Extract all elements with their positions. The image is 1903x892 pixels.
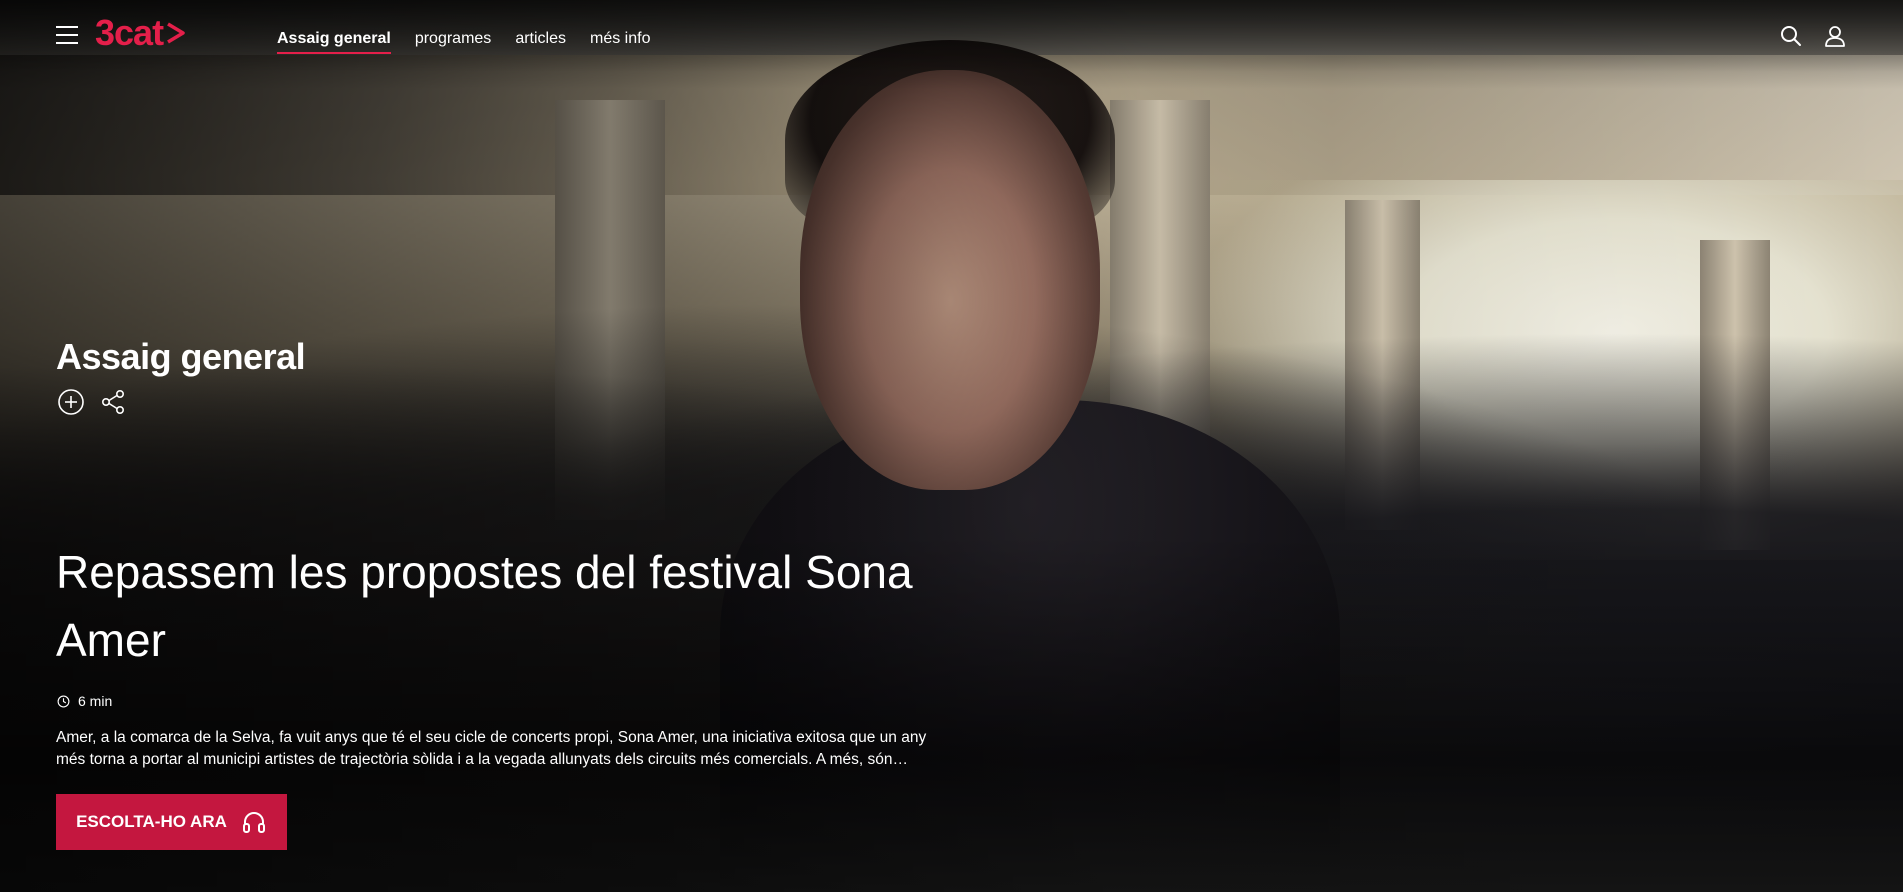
clock-icon — [57, 695, 70, 707]
listen-now-button[interactable]: ESCOLTA-HO ARA — [56, 794, 287, 850]
add-circle-icon[interactable] — [57, 388, 85, 416]
user-icon[interactable] — [1823, 24, 1847, 48]
nav-item-articles[interactable]: articles — [515, 29, 566, 54]
episode-description: Amer, a la comarca de la Selva, fa vuit … — [56, 729, 927, 768]
main-nav: Assaig general programes articles més in… — [277, 29, 650, 54]
menu-icon[interactable] — [56, 26, 78, 44]
headphones-icon — [242, 812, 265, 833]
nav-item-mes-info[interactable]: més info — [590, 29, 650, 54]
top-navigation-bar: 3cat Assaig general programes articles m… — [0, 0, 1903, 72]
nav-item-programes[interactable]: programes — [415, 29, 491, 54]
duration-text: 6 min — [78, 693, 113, 709]
logo-3cat[interactable]: 3cat — [95, 12, 187, 53]
nav-item-assaig-general[interactable]: Assaig general — [277, 29, 391, 54]
logo-text: 3cat — [95, 12, 164, 53]
program-actions — [57, 388, 127, 416]
episode-duration: 6 min — [57, 693, 112, 709]
logo-arrow-icon — [167, 22, 185, 44]
program-title: Assaig general — [56, 336, 306, 377]
search-icon[interactable] — [1779, 24, 1803, 48]
share-icon[interactable] — [99, 388, 127, 416]
episode-title: Repassem les propostes del festival Sona… — [56, 546, 913, 666]
listen-now-label: ESCOLTA-HO ARA — [76, 812, 227, 831]
